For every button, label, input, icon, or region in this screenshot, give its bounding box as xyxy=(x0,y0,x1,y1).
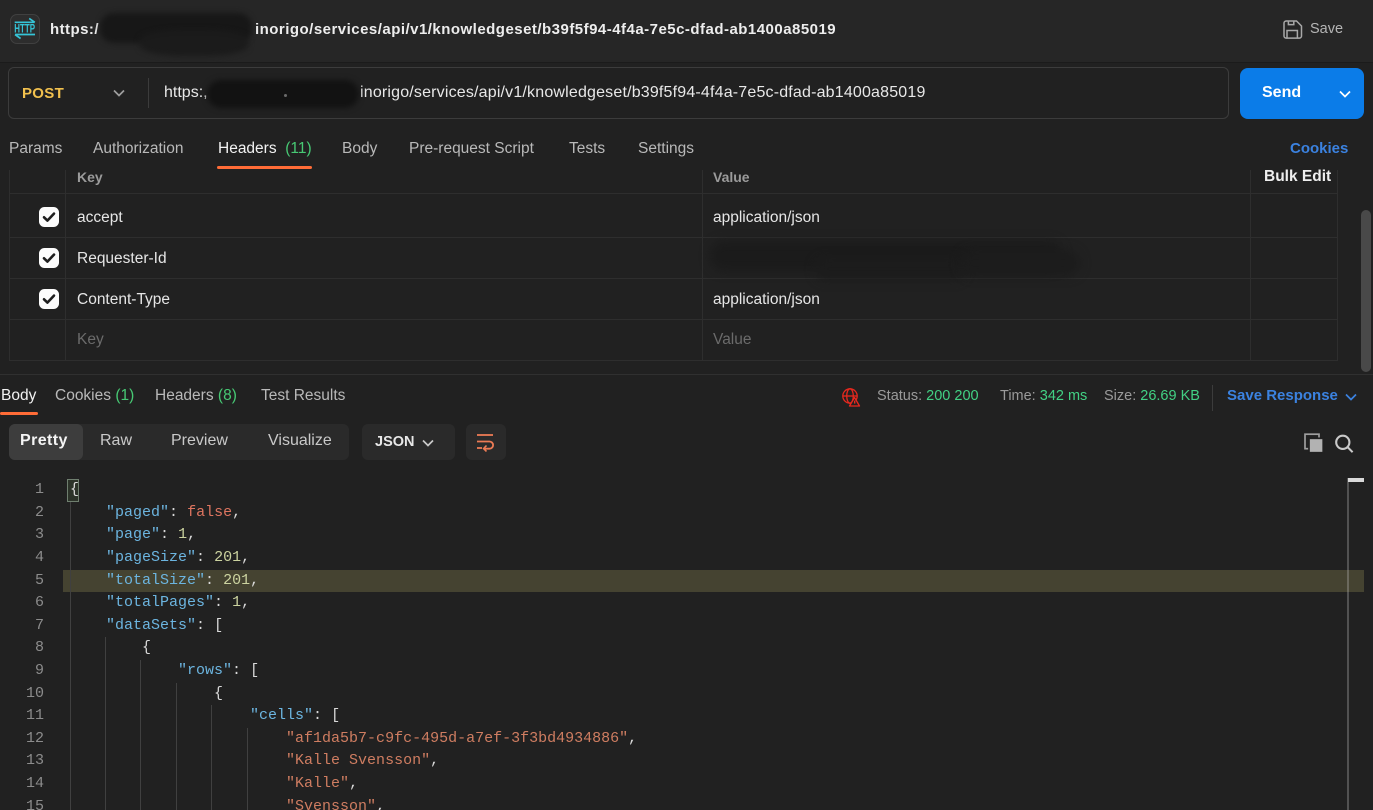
svg-text:HTTP: HTTP xyxy=(14,23,35,35)
